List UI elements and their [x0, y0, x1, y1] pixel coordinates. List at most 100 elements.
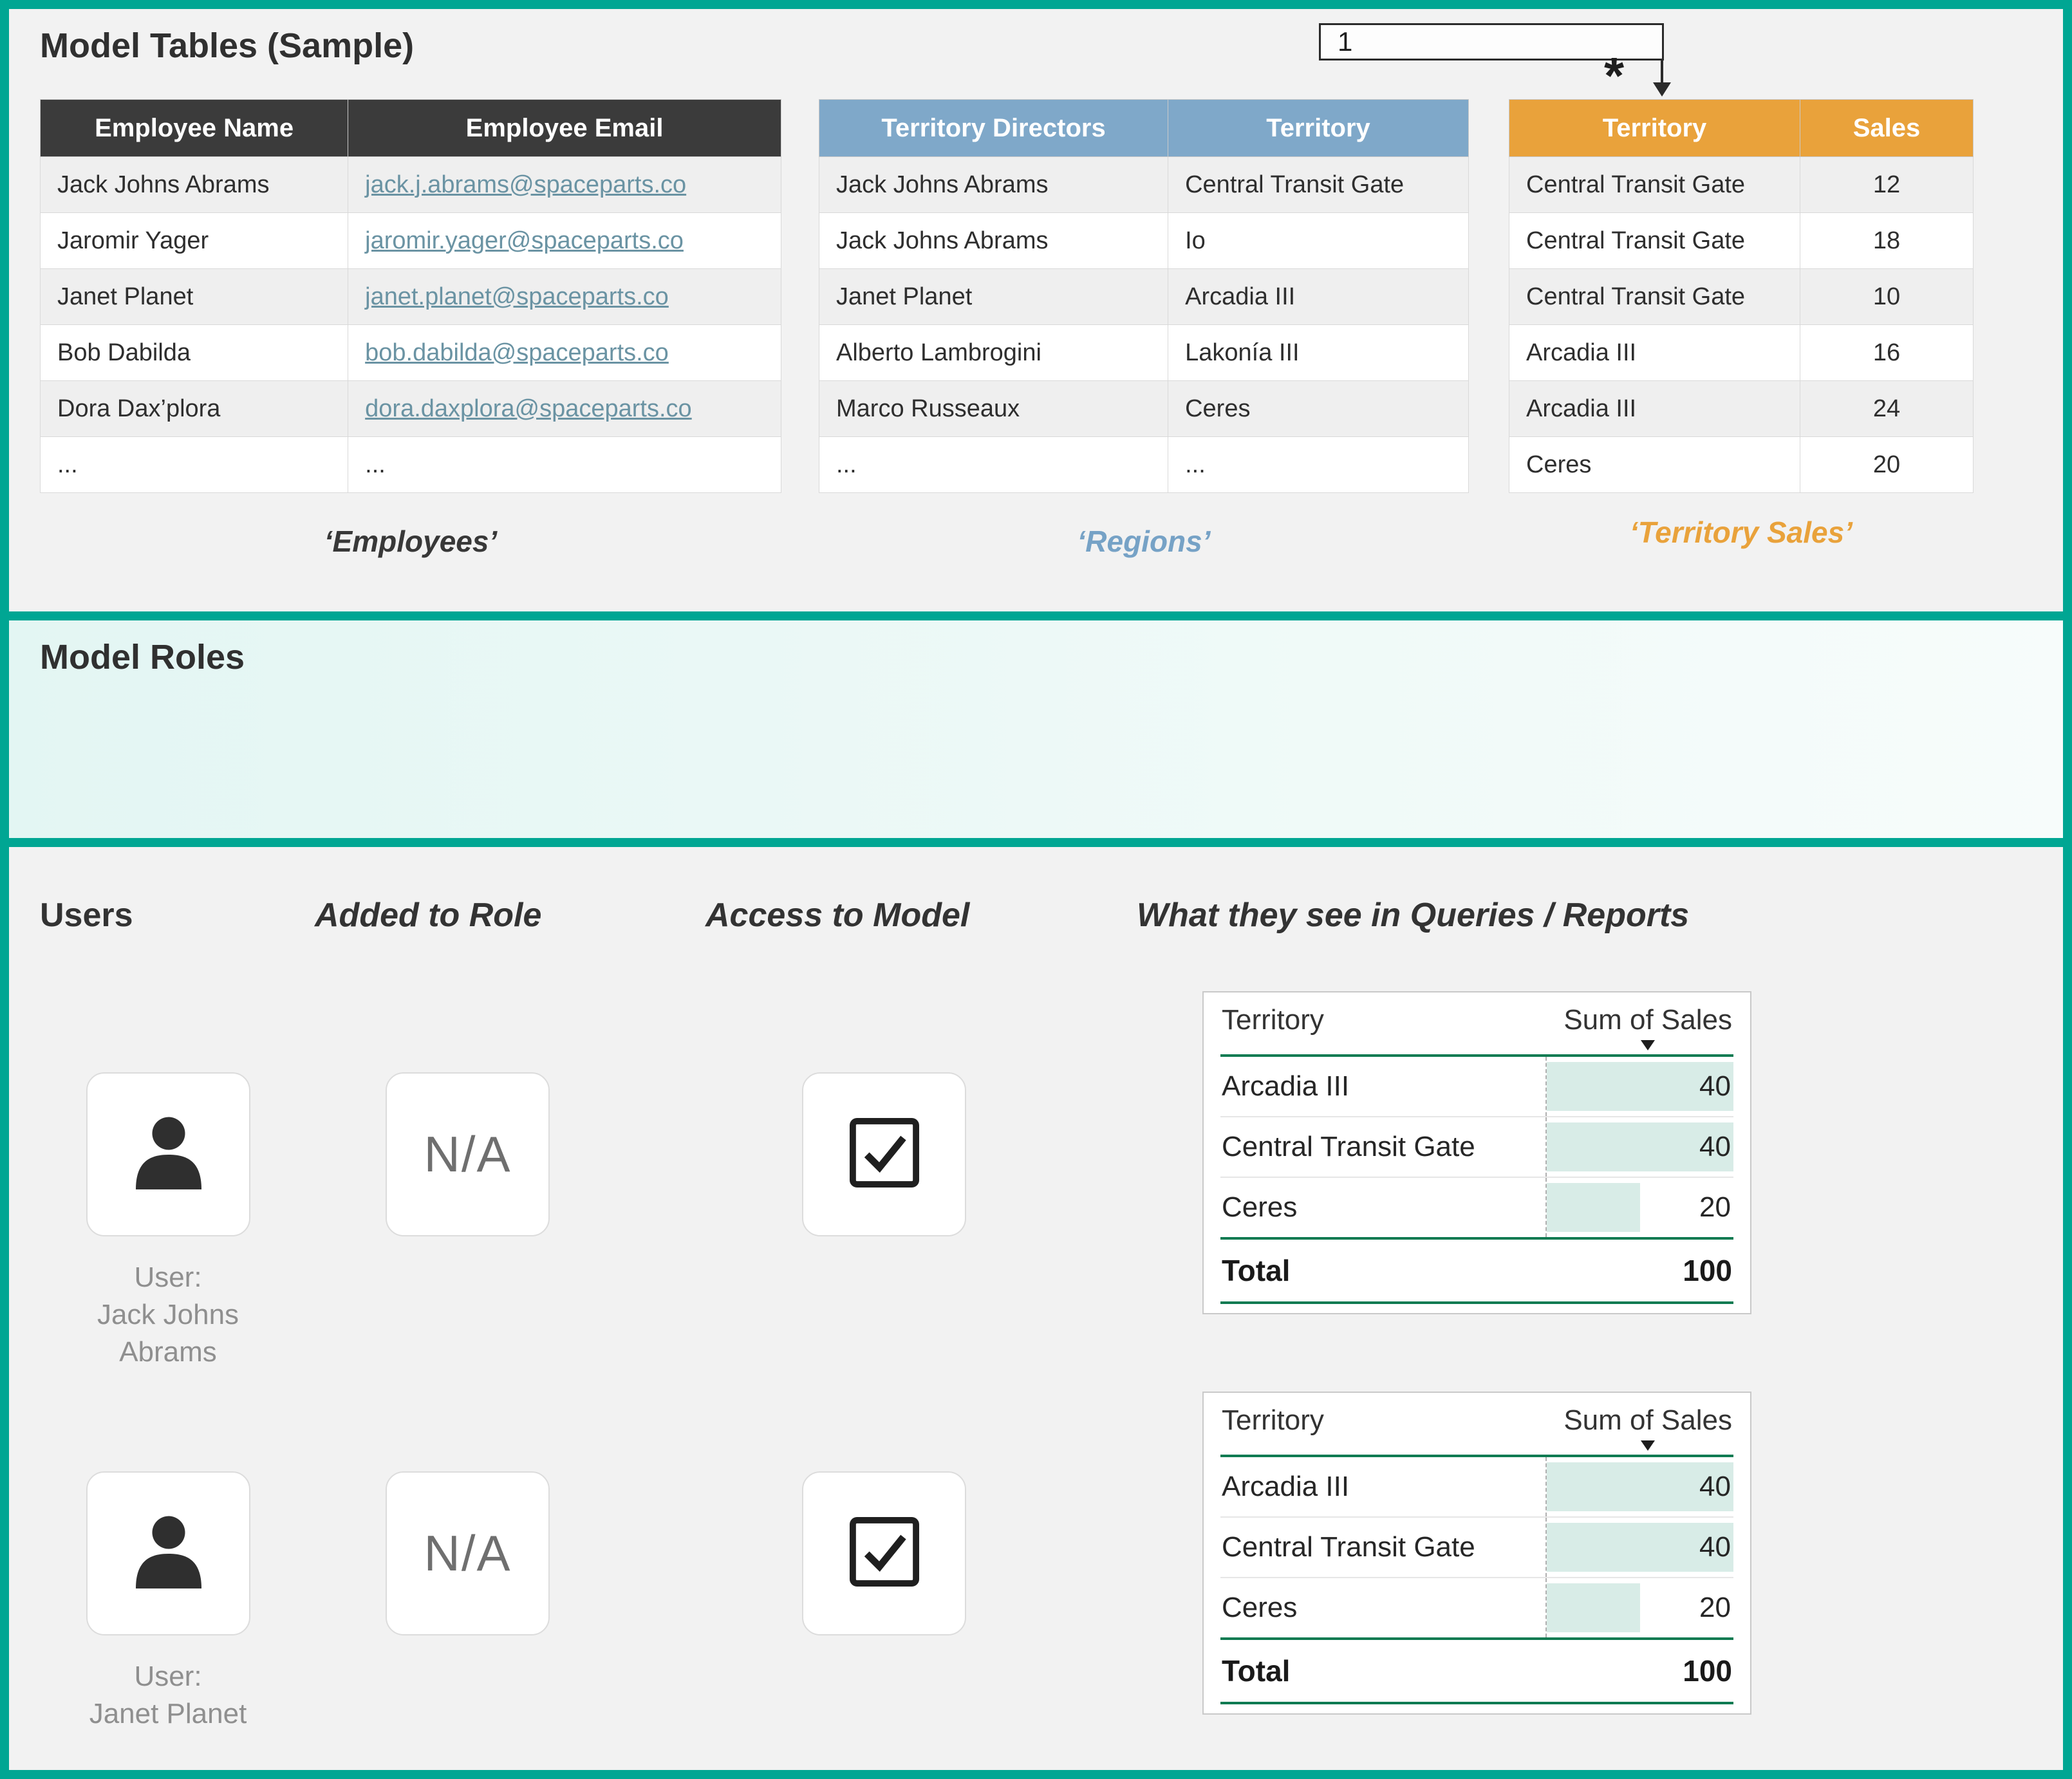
sales-cell: 10: [1800, 269, 1974, 325]
territory-sales-caption: ‘Territory Sales’: [1509, 515, 1974, 550]
added-to-role-heading: Added to Role: [315, 896, 541, 935]
employee-email-cell: dora.daxplora@spaceparts.co: [348, 381, 781, 437]
sales-cell: 18: [1800, 213, 1974, 269]
employee-name-cell: ...: [41, 437, 348, 493]
director-cell: ...: [819, 437, 1168, 493]
employee-name-cell: Jaromir Yager: [41, 213, 348, 269]
report-total-row: Total 100: [1220, 1237, 1733, 1304]
table-row: Bob Dabilda bob.dabilda@spaceparts.co: [41, 325, 781, 381]
report-header-row: Territory Sum of Sales: [1220, 992, 1733, 1057]
access-checkbox-card[interactable]: [802, 1072, 966, 1236]
checked-checkbox-icon: [846, 1114, 923, 1195]
employee-name-cell: Bob Dabilda: [41, 325, 348, 381]
report-territory-column-header: Territory: [1222, 1404, 1324, 1437]
employees-caption: ‘Employees’: [40, 524, 781, 559]
employee-name-cell: Jack Johns Abrams: [41, 157, 348, 213]
table-row: Jack Johns Abrams jack.j.abrams@spacepar…: [41, 157, 781, 213]
role-na-value: N/A: [424, 1125, 511, 1184]
relationship-line: [1661, 61, 1663, 84]
report-table: Territory Sum of Sales Arcadia III 40 Ce…: [1202, 1392, 1751, 1715]
report-header-row: Territory Sum of Sales: [1220, 1393, 1733, 1457]
sales-cell: 12: [1800, 157, 1974, 213]
territory-cell: Ceres: [1168, 381, 1469, 437]
employees-table: Employee Name Employee Email Jack Johns …: [40, 99, 781, 493]
report-territory-value: Arcadia III: [1220, 1457, 1545, 1516]
report-territory-value: Ceres: [1220, 1578, 1545, 1637]
table-row: Jack Johns Abrams Io: [819, 213, 1469, 269]
report-value-cell: 20: [1545, 1578, 1733, 1637]
table-row: Janet Planet Arcadia III: [819, 269, 1469, 325]
data-bar: [1547, 1183, 1640, 1232]
report-value-cell: 40: [1545, 1057, 1733, 1116]
data-bar: [1547, 1583, 1640, 1632]
report-sales-value: 20: [1699, 1191, 1733, 1224]
arrow-down-icon: [1653, 82, 1671, 97]
territory-cell: Central Transit Gate: [1509, 269, 1800, 325]
table-row: Dora Dax’plora dora.daxplora@spaceparts.…: [41, 381, 781, 437]
report-sales-value: 40: [1699, 1471, 1733, 1503]
table-row: Jack Johns Abrams Central Transit Gate: [819, 157, 1469, 213]
report-territory-value: Arcadia III: [1220, 1057, 1545, 1116]
employee-email-link[interactable]: jaromir.yager@spaceparts.co: [365, 227, 684, 254]
regions-table-wrap: Territory Directors Territory Jack Johns…: [819, 99, 1469, 493]
regions-caption: ‘Regions’: [819, 524, 1469, 559]
director-cell: Alberto Lambrogini: [819, 325, 1168, 381]
employee-email-cell: janet.planet@spaceparts.co: [348, 269, 781, 325]
report-row: Ceres 20: [1220, 1178, 1733, 1237]
user-icon: [120, 1504, 217, 1603]
report-total-value: 100: [1683, 1653, 1732, 1688]
report-row: Arcadia III 40: [1220, 1057, 1733, 1117]
territory-header: Territory: [1509, 100, 1800, 157]
table-row: Central Transit Gate 10: [1509, 269, 1974, 325]
report-sales-value: 40: [1699, 1531, 1733, 1563]
model-roles-panel: Model Roles: [9, 620, 2063, 838]
sales-header: Sales: [1800, 100, 1974, 157]
table-row: Janet Planet janet.planet@spaceparts.co: [41, 269, 781, 325]
user-label-line: User:: [20, 1658, 316, 1695]
report-sales-column-label: Sum of Sales: [1563, 1004, 1732, 1036]
territory-sales-table: Territory Sales Central Transit Gate 12 …: [1509, 99, 1974, 493]
employee-email-link[interactable]: jack.j.abrams@spaceparts.co: [365, 171, 686, 198]
table-row: Jaromir Yager jaromir.yager@spaceparts.c…: [41, 213, 781, 269]
employee-email-cell: jaromir.yager@spaceparts.co: [348, 213, 781, 269]
report-territory-value: Central Transit Gate: [1220, 1117, 1545, 1177]
territory-cell: Arcadia III: [1509, 325, 1800, 381]
director-cell: Janet Planet: [819, 269, 1168, 325]
access-checkbox-card[interactable]: [802, 1471, 966, 1635]
report-sales-column-header[interactable]: Sum of Sales: [1563, 1404, 1732, 1451]
director-cell: Jack Johns Abrams: [819, 213, 1168, 269]
report-total-row: Total 100: [1220, 1637, 1733, 1704]
report-row: Central Transit Gate 40: [1220, 1117, 1733, 1178]
territory-cell: Central Transit Gate: [1509, 157, 1800, 213]
employee-name-cell: Dora Dax’plora: [41, 381, 348, 437]
report-territory-value: Central Transit Gate: [1220, 1518, 1545, 1577]
director-cell: Jack Johns Abrams: [819, 157, 1168, 213]
model-tables-title: Model Tables (Sample): [40, 26, 414, 66]
header-row: Territory Directors Territory: [819, 100, 1469, 157]
sort-descending-icon: [1641, 1040, 1655, 1050]
territory-cell: Lakonía III: [1168, 325, 1469, 381]
user-label-line: Janet Planet: [20, 1695, 316, 1733]
employee-email-link[interactable]: janet.planet@spaceparts.co: [365, 283, 669, 310]
table-row: Arcadia III 24: [1509, 381, 1974, 437]
report-row: Ceres 20: [1220, 1578, 1733, 1637]
territory-cell: ...: [1168, 437, 1469, 493]
sales-cell: 24: [1800, 381, 1974, 437]
report-sales-column-header[interactable]: Sum of Sales: [1563, 1004, 1732, 1050]
regions-table: Territory Directors Territory Jack Johns…: [819, 99, 1469, 493]
role-na-value: N/A: [424, 1524, 511, 1583]
employees-table-wrap: Employee Name Employee Email Jack Johns …: [40, 99, 781, 493]
territory-header: Territory: [1168, 100, 1469, 157]
access-to-model-heading: Access to Model: [705, 896, 969, 935]
sales-cell: 20: [1800, 437, 1974, 493]
added-to-role-card: N/A: [386, 1072, 550, 1236]
table-row: ... ...: [819, 437, 1469, 493]
user-avatar-card: [86, 1072, 250, 1236]
report-territory-column-header: Territory: [1222, 1004, 1324, 1036]
user-label-line: Jack Johns: [20, 1296, 316, 1334]
table-row: Ceres 20: [1509, 437, 1974, 493]
employee-email-link[interactable]: bob.dabilda@spaceparts.co: [365, 339, 669, 366]
checked-checkbox-icon: [846, 1513, 923, 1594]
employee-email-link[interactable]: dora.daxplora@spaceparts.co: [365, 395, 692, 422]
user-label: User: Jack Johns Abrams: [20, 1259, 316, 1371]
